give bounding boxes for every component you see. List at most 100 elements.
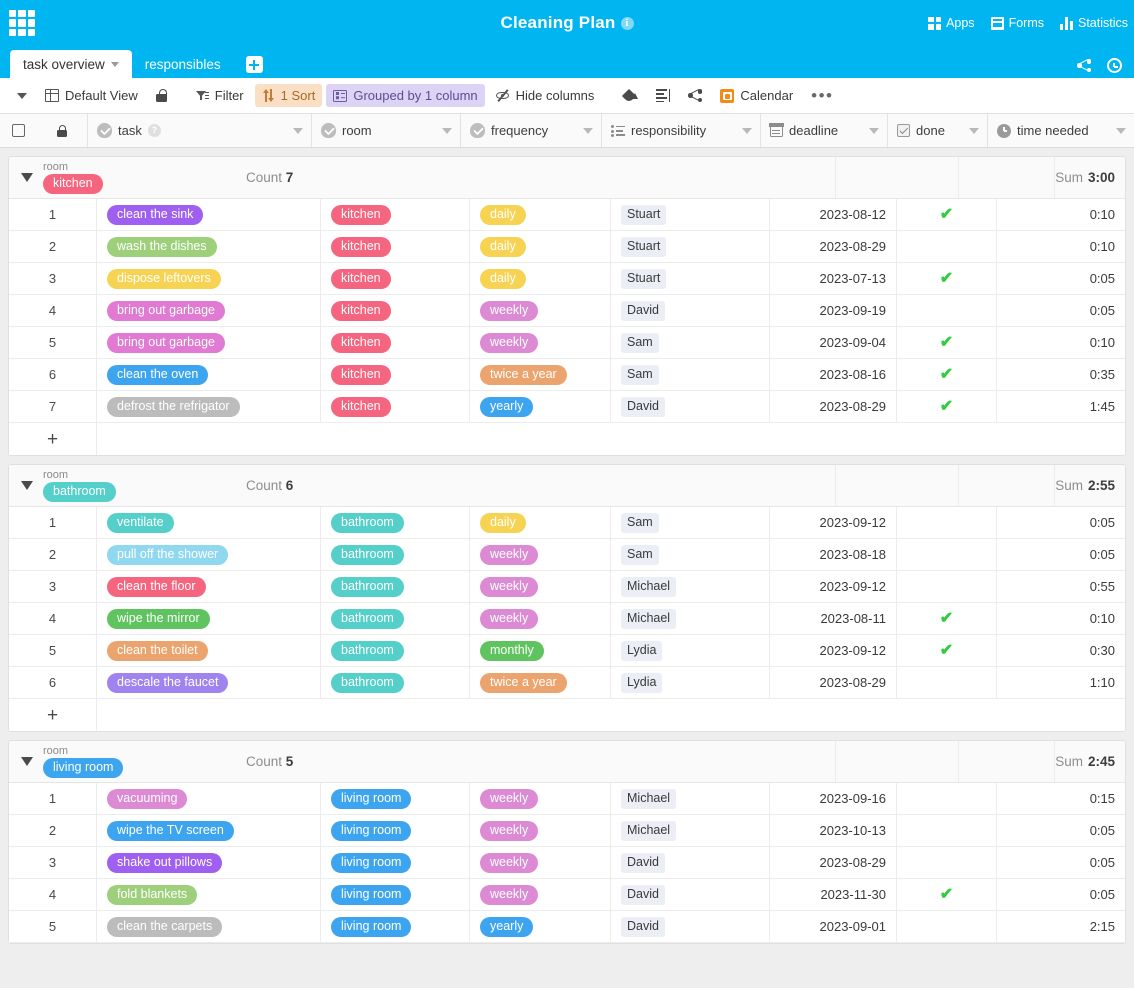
cell-frequency[interactable]: weekly (470, 539, 611, 570)
add-row[interactable]: + (9, 423, 1125, 455)
cell-responsibility[interactable]: Michael (611, 783, 770, 814)
column-header-frequency[interactable]: frequency (461, 114, 602, 147)
apps-grid-icon[interactable] (9, 10, 35, 36)
cell-responsibility[interactable]: Sam (611, 359, 770, 390)
cell-frequency[interactable]: weekly (470, 879, 611, 910)
chevron-down-icon[interactable] (742, 127, 752, 134)
cell-deadline[interactable]: 2023-08-29 (770, 231, 897, 262)
cell-time-needed[interactable]: 0:30 (997, 635, 1125, 666)
cell-room[interactable]: kitchen (321, 359, 470, 390)
cell-time-needed[interactable]: 1:45 (997, 391, 1125, 422)
table-row[interactable]: 5 bring out garbage kitchen weekly Sam 2023-0… (9, 327, 1125, 359)
cell-time-needed[interactable]: 0:05 (997, 815, 1125, 846)
cell-room[interactable]: kitchen (321, 231, 470, 262)
add-row-button[interactable]: + (9, 699, 97, 731)
cell-time-needed[interactable]: 0:05 (997, 539, 1125, 570)
forms-button[interactable]: Forms (990, 16, 1044, 30)
more-options-button[interactable]: ••• (804, 87, 840, 105)
cell-frequency[interactable]: monthly (470, 635, 611, 666)
view-selector-caret[interactable] (10, 89, 34, 103)
cell-frequency[interactable]: twice a year (470, 667, 611, 698)
cell-task[interactable]: descale the faucet (97, 667, 321, 698)
chevron-down-icon[interactable] (293, 127, 303, 134)
cell-done[interactable] (897, 667, 997, 698)
cell-frequency[interactable]: weekly (470, 603, 611, 634)
cell-frequency[interactable]: weekly (470, 295, 611, 326)
cell-task[interactable]: clean the oven (97, 359, 321, 390)
cell-frequency[interactable]: twice a year (470, 359, 611, 390)
row-height-button[interactable] (649, 85, 677, 106)
cell-task[interactable]: fold blankets (97, 879, 321, 910)
cell-responsibility[interactable]: David (611, 295, 770, 326)
table-row[interactable]: 3 shake out pillows living room weekly David… (9, 847, 1125, 879)
group-collapse-toggle[interactable] (21, 173, 33, 182)
cell-responsibility[interactable]: David (611, 391, 770, 422)
cell-deadline[interactable]: 2023-08-29 (770, 391, 897, 422)
cell-time-needed[interactable]: 0:10 (997, 603, 1125, 634)
cell-done[interactable]: ✔ (897, 199, 997, 230)
cell-deadline[interactable]: 2023-08-12 (770, 199, 897, 230)
share-view-button[interactable] (681, 85, 709, 107)
cell-done[interactable]: ✔ (897, 327, 997, 358)
cell-done[interactable] (897, 571, 997, 602)
table-row[interactable]: 5 clean the toilet bathroom monthly Lydia 202… (9, 635, 1125, 667)
cell-deadline[interactable]: 2023-09-01 (770, 911, 897, 942)
cell-done[interactable] (897, 295, 997, 326)
cell-done[interactable] (897, 231, 997, 262)
cell-task[interactable]: wipe the mirror (97, 603, 321, 634)
cell-done[interactable] (897, 539, 997, 570)
cell-task[interactable]: vacuuming (97, 783, 321, 814)
cell-responsibility[interactable]: Lydia (611, 667, 770, 698)
table-row[interactable]: 1 ventilate bathroom daily Sam 2023-09-12 0:05 (9, 507, 1125, 539)
cell-time-needed[interactable]: 0:05 (997, 263, 1125, 294)
cell-deadline[interactable]: 2023-09-19 (770, 295, 897, 326)
cell-responsibility[interactable]: Sam (611, 327, 770, 358)
tab-responsibles[interactable]: responsibles (132, 50, 234, 78)
calendar-button[interactable]: Calendar (713, 84, 800, 107)
cell-task[interactable]: dispose leftovers (97, 263, 321, 294)
cell-done[interactable]: ✔ (897, 879, 997, 910)
cell-time-needed[interactable]: 0:10 (997, 327, 1125, 358)
cell-frequency[interactable]: yearly (470, 911, 611, 942)
cell-room[interactable]: bathroom (321, 635, 470, 666)
cell-room[interactable]: bathroom (321, 539, 470, 570)
cell-frequency[interactable]: weekly (470, 571, 611, 602)
cell-time-needed[interactable]: 0:05 (997, 847, 1125, 878)
cell-task[interactable]: clean the carpets (97, 911, 321, 942)
cell-deadline[interactable]: 2023-08-11 (770, 603, 897, 634)
cell-responsibility[interactable]: Stuart (611, 231, 770, 262)
cell-responsibility[interactable]: Michael (611, 571, 770, 602)
cell-room[interactable]: kitchen (321, 327, 470, 358)
cell-deadline[interactable]: 2023-08-18 (770, 539, 897, 570)
cell-room[interactable]: kitchen (321, 263, 470, 294)
add-tab-button[interactable] (245, 56, 263, 73)
cell-frequency[interactable]: daily (470, 507, 611, 538)
cell-responsibility[interactable]: Michael (611, 603, 770, 634)
sort-button[interactable]: 1 Sort (254, 84, 323, 107)
cell-time-needed[interactable]: 0:35 (997, 359, 1125, 390)
cell-room[interactable]: kitchen (321, 391, 470, 422)
cell-responsibility[interactable]: Lydia (611, 635, 770, 666)
cell-done[interactable]: ✔ (897, 391, 997, 422)
column-header-responsibility[interactable]: responsibility (602, 114, 761, 147)
cell-done[interactable]: ✔ (897, 603, 997, 634)
cell-time-needed[interactable]: 0:55 (997, 571, 1125, 602)
cell-deadline[interactable]: 2023-09-12 (770, 635, 897, 666)
table-row[interactable]: 3 clean the floor bathroom weekly Michael 202… (9, 571, 1125, 603)
filter-button[interactable]: Filter (189, 84, 251, 107)
cell-frequency[interactable]: daily (470, 199, 611, 230)
cell-time-needed[interactable]: 2:15 (997, 911, 1125, 942)
table-row[interactable]: 4 wipe the mirror bathroom weekly Michael 202… (9, 603, 1125, 635)
chevron-down-icon[interactable] (1116, 127, 1126, 134)
cell-time-needed[interactable]: 0:05 (997, 507, 1125, 538)
table-row[interactable]: 5 clean the carpets living room yearly David… (9, 911, 1125, 943)
cell-room[interactable]: living room (321, 879, 470, 910)
cell-task[interactable]: wash the dishes (97, 231, 321, 262)
cell-done[interactable]: ✔ (897, 263, 997, 294)
table-row[interactable]: 4 bring out garbage kitchen weekly David 2023… (9, 295, 1125, 327)
table-row[interactable]: 1 clean the sink kitchen daily Stuart 2023-08… (9, 199, 1125, 231)
cell-done[interactable] (897, 783, 997, 814)
cell-frequency[interactable]: weekly (470, 815, 611, 846)
cell-deadline[interactable]: 2023-09-12 (770, 507, 897, 538)
cell-frequency[interactable]: daily (470, 263, 611, 294)
